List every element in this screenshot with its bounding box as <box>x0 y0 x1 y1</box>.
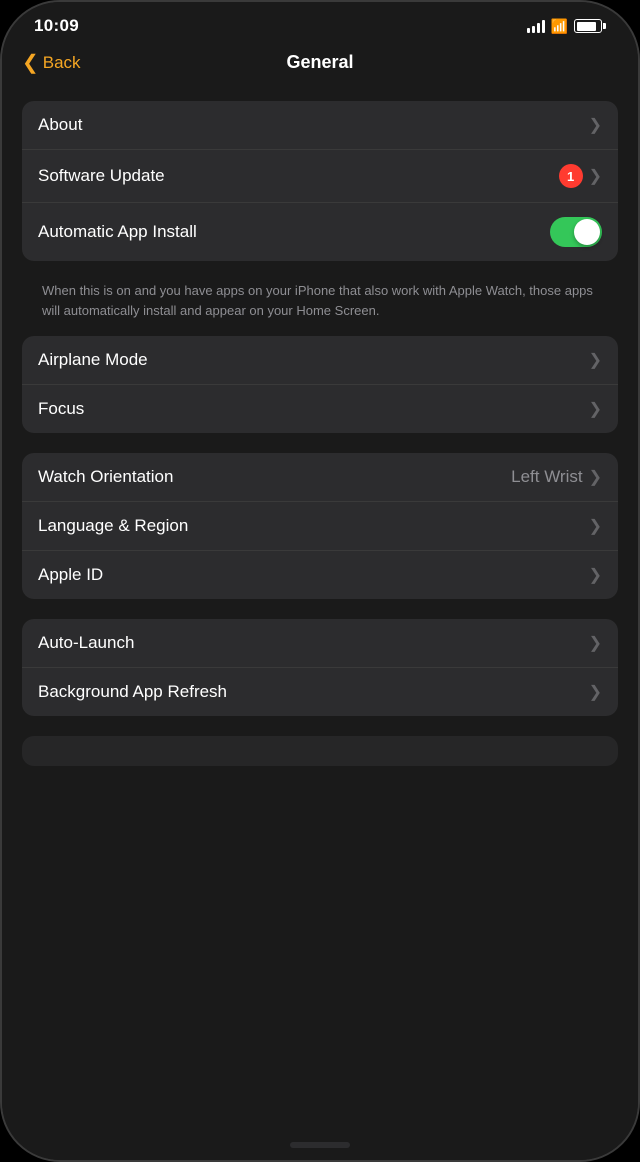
status-bar: 10:09 📶 <box>2 2 638 44</box>
chevron-right-icon: ❯ <box>589 350 602 370</box>
signal-bars-icon <box>527 19 545 33</box>
chevron-left-icon: ❮ <box>22 50 39 75</box>
phone-frame: 10:09 📶 ❮ Back General <box>0 0 640 1162</box>
status-icons: 📶 <box>509 18 606 35</box>
chevron-right-icon: ❯ <box>589 565 602 585</box>
auto-launch-row[interactable]: Auto-Launch ❯ <box>22 619 618 668</box>
language-region-row[interactable]: Language & Region ❯ <box>22 502 618 551</box>
chevron-right-icon: ❯ <box>589 682 602 702</box>
battery-icon <box>574 19 606 33</box>
about-row[interactable]: About ❯ <box>22 101 618 150</box>
chevron-right-icon: ❯ <box>589 166 602 186</box>
chevron-right-icon: ❯ <box>589 516 602 536</box>
background-app-refresh-row[interactable]: Background App Refresh ❯ <box>22 668 618 716</box>
chevron-right-icon: ❯ <box>589 467 602 487</box>
apple-id-row[interactable]: Apple ID ❯ <box>22 551 618 599</box>
focus-row[interactable]: Focus ❯ <box>22 385 618 433</box>
settings-group-2: Airplane Mode ❯ Focus ❯ <box>22 336 618 433</box>
airplane-mode-label: Airplane Mode <box>38 350 148 370</box>
auto-launch-label: Auto-Launch <box>38 633 134 653</box>
settings-group-1: About ❯ Software Update 1 ❯ Automatic Ap… <box>22 101 618 261</box>
watch-orientation-value: Left Wrist <box>511 467 582 487</box>
chevron-right-icon: ❯ <box>589 399 602 419</box>
watch-orientation-label: Watch Orientation <box>38 467 173 487</box>
language-region-label: Language & Region <box>38 516 188 536</box>
apple-id-label: Apple ID <box>38 565 103 585</box>
settings-group-5 <box>22 736 618 766</box>
settings-group-4: Auto-Launch ❯ Background App Refresh ❯ <box>22 619 618 716</box>
automatic-app-install-label: Automatic App Install <box>38 222 197 242</box>
settings-group-3: Watch Orientation Left Wrist ❯ Language … <box>22 453 618 599</box>
automatic-app-install-row[interactable]: Automatic App Install <box>22 203 618 261</box>
software-update-label: Software Update <box>38 166 165 186</box>
chevron-right-icon: ❯ <box>589 115 602 135</box>
back-label: Back <box>43 53 81 73</box>
chevron-right-icon: ❯ <box>589 633 602 653</box>
camera-dot-icon <box>509 20 521 32</box>
page-title: General <box>286 52 353 73</box>
focus-label: Focus <box>38 399 84 419</box>
airplane-mode-row[interactable]: Airplane Mode ❯ <box>22 336 618 385</box>
home-indicator <box>290 1142 350 1148</box>
update-badge: 1 <box>559 164 583 188</box>
scroll-content: About ❯ Software Update 1 ❯ Automatic Ap… <box>2 85 638 1160</box>
watch-orientation-row[interactable]: Watch Orientation Left Wrist ❯ <box>22 453 618 502</box>
automatic-app-install-toggle[interactable] <box>550 217 602 247</box>
about-label: About <box>38 115 82 135</box>
automatic-app-install-description: When this is on and you have apps on you… <box>22 271 618 336</box>
software-update-row[interactable]: Software Update 1 ❯ <box>22 150 618 203</box>
nav-bar: ❮ Back General <box>2 44 638 85</box>
back-button[interactable]: ❮ Back <box>22 50 81 75</box>
background-app-refresh-label: Background App Refresh <box>38 682 227 702</box>
wifi-icon: 📶 <box>551 18 568 35</box>
toggle-thumb <box>574 219 600 245</box>
status-time: 10:09 <box>34 16 79 36</box>
